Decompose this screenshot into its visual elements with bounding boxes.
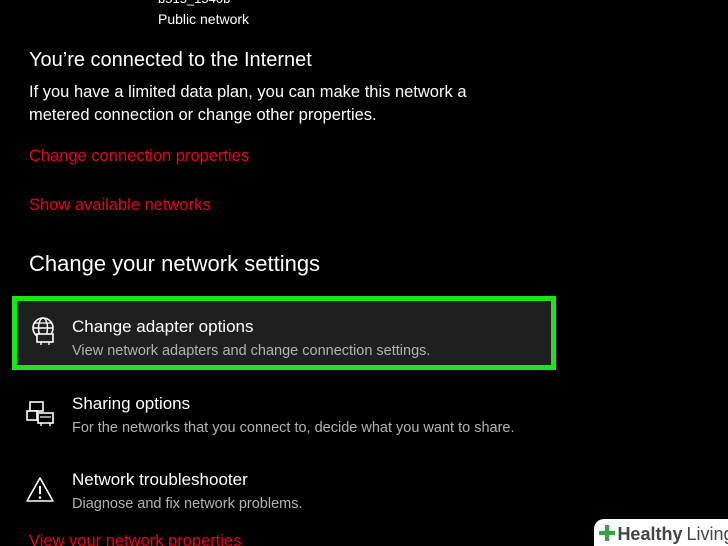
sharing-options-item[interactable]: Sharing options For the networks that yo… [16,386,560,450]
connection-status-description: If you have a limited data plan, you can… [29,83,467,124]
network-troubleshooter-item[interactable]: Network troubleshooter Diagnose and fix … [16,462,560,526]
view-network-properties-link[interactable]: View your network properties [29,532,241,546]
watermark-brand-regular: Living [686,523,728,544]
connection-status-title: You’re connected to the Internet [29,49,312,71]
change-adapter-options-title: Change adapter options [72,317,254,336]
network-type: Public network [158,11,250,27]
network-name: b515_1540b [158,0,230,6]
network-adapter-icon [29,316,59,346]
network-troubleshooter-title: Network troubleshooter [72,470,248,489]
change-adapter-options-item[interactable]: Change adapter options View network adap… [12,296,556,370]
show-available-networks-link[interactable]: Show available networks [29,196,211,215]
change-connection-properties-link[interactable]: Change connection properties [29,147,249,166]
change-network-settings-heading: Change your network settings [29,251,321,276]
plus-icon: ✚ [598,521,617,546]
warning-icon [26,475,56,505]
sharing-icon [26,399,56,429]
network-troubleshooter-description: Diagnose and fix network problems. [72,496,303,512]
change-adapter-options-description: View network adapters and change connect… [72,343,431,359]
watermark-brand-bold: Healthy [617,523,683,544]
watermark-logo: ✚ Healthy Living [594,519,728,546]
sharing-options-description: For the networks that you connect to, de… [72,420,515,436]
sharing-options-title: Sharing options [72,394,191,413]
